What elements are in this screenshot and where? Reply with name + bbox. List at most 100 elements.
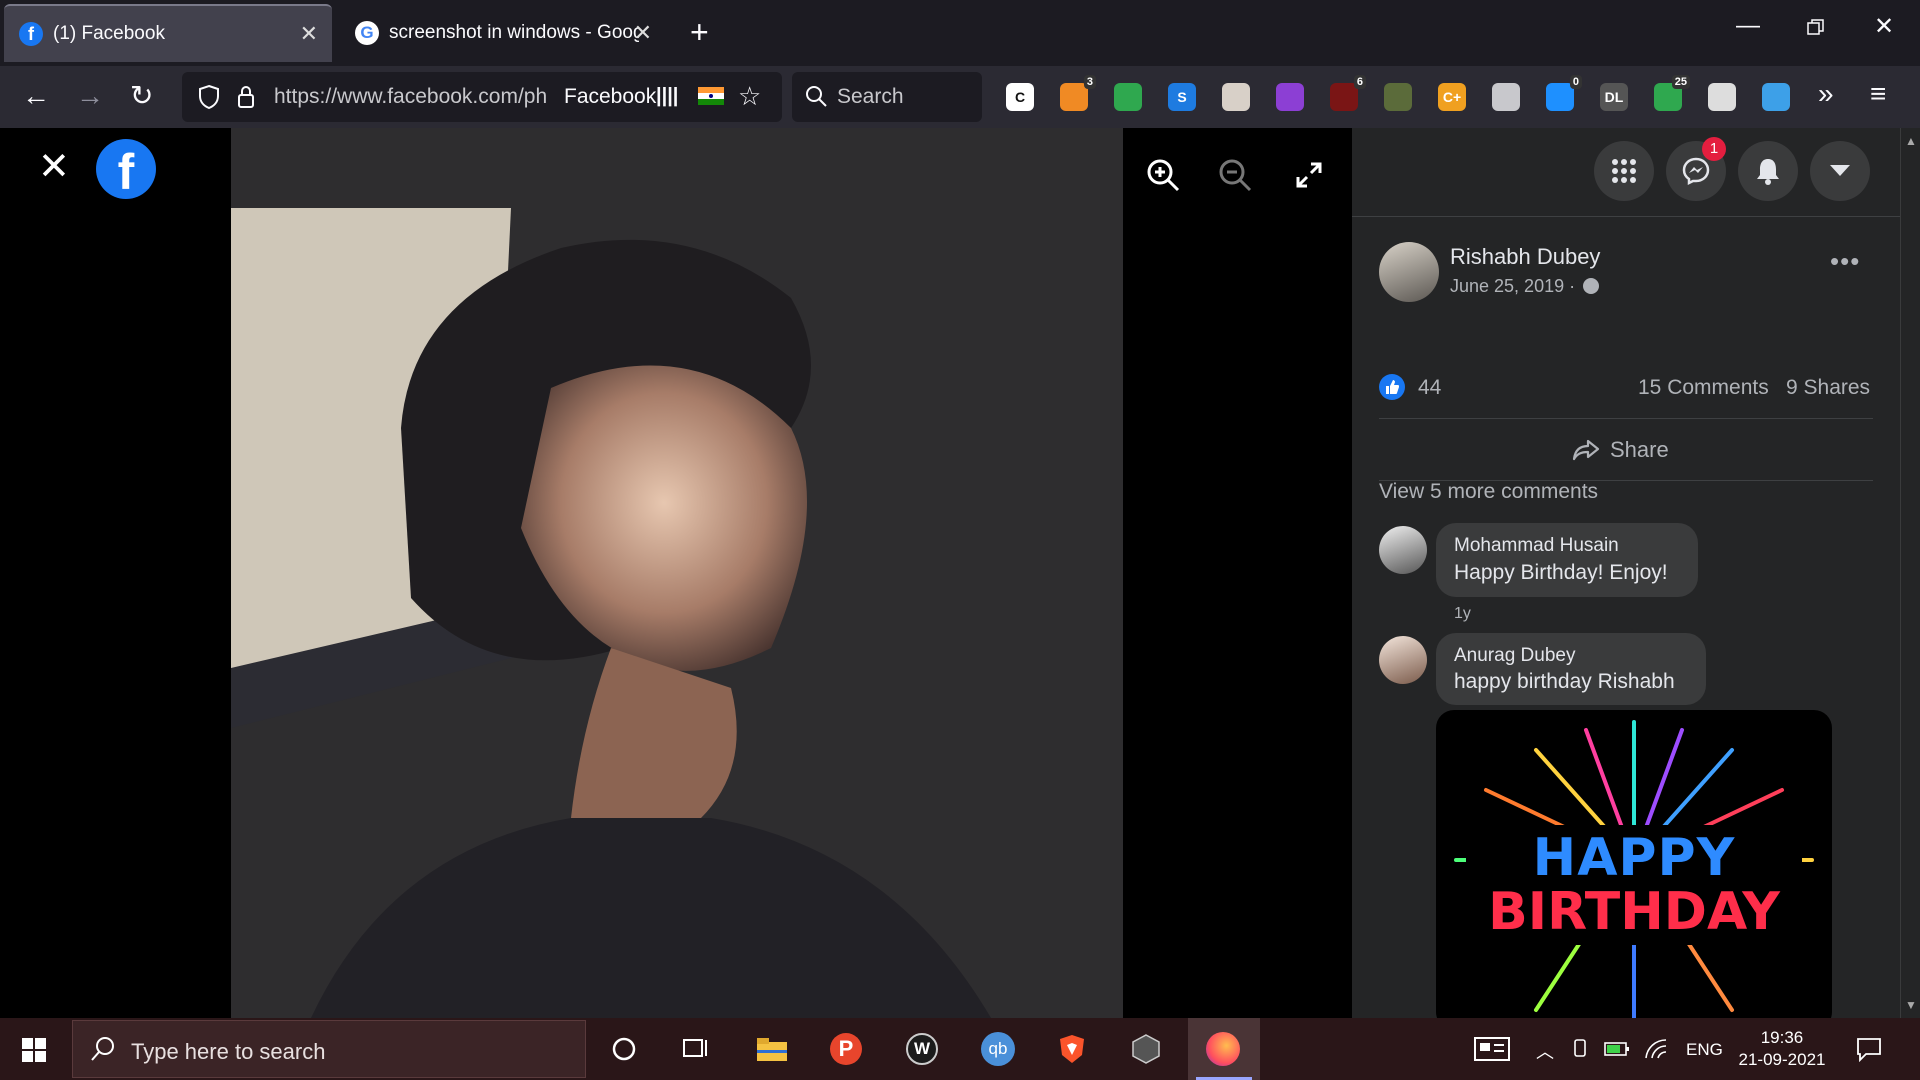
comment-author[interactable]: Anurag Dubey [1454,645,1575,667]
comment-author[interactable]: Mohammad Husain [1454,535,1619,557]
taskbar-search-box[interactable]: Type here to search [72,1020,586,1078]
scroll-down-icon[interactable]: ▼ [1905,998,1917,1012]
unity-app-icon[interactable] [1126,1030,1166,1068]
c-icon[interactable]: C [1006,83,1034,111]
share-label: Share [1610,437,1669,462]
likes-count[interactable]: 44 [1418,376,1441,400]
comment-time[interactable]: 1y [1454,605,1471,623]
author-avatar[interactable] [1379,242,1439,302]
windows-start-icon[interactable] [22,1038,46,1067]
shield-ext-icon[interactable]: 25 [1654,75,1690,111]
ublock-icon[interactable]: 6 [1330,75,1366,111]
zoom-in-icon[interactable] [1146,158,1180,197]
columns-icon[interactable]: |||| [656,85,678,108]
forward-button[interactable]: → [76,80,104,112]
author-name[interactable]: Rishabh Dubey [1450,244,1600,270]
overflow-chevron-icon[interactable]: » [1818,78,1834,110]
url-text[interactable]: https://www.facebook.com/ph [274,85,554,109]
hand-icon[interactable] [1222,83,1250,111]
tray-chevron-up-icon[interactable]: ︿ [1536,1038,1554,1064]
hamburger-menu-icon[interactable]: ≡ [1870,78,1886,110]
search-box[interactable]: Search [792,72,982,122]
notifications-button[interactable] [1738,141,1798,201]
c-letter: C [1014,89,1026,105]
hex-icon[interactable] [1276,83,1304,111]
like-reaction-icon [1379,374,1405,400]
close-window-icon[interactable]: ✕ [1874,12,1894,41]
w-app-icon[interactable]: W [902,1030,942,1068]
shares-count[interactable]: 9 Shares [1786,376,1870,400]
comment-text: Happy Birthday! Enjoy! [1454,561,1668,584]
more-options-icon[interactable]: ••• [1830,246,1860,277]
firefox-taskbar-button[interactable] [1188,1018,1260,1080]
dl-icon[interactable]: DL [1600,83,1628,111]
commenter-avatar[interactable] [1379,636,1427,684]
menu-grid-button[interactable] [1594,141,1654,201]
close-viewer-button[interactable]: ✕ [38,148,70,186]
minimize-icon[interactable]: — [1736,12,1760,40]
address-bar[interactable]: https://www.facebook.com/ph Facebook |||… [182,72,782,122]
panel-scrollbar[interactable]: ▲ ▼ [1900,128,1920,1018]
messenger-icon [1682,157,1710,186]
refresh-ext-icon[interactable] [1114,83,1142,111]
new-tab-button[interactable]: + [690,14,709,51]
battery-icon[interactable] [1604,1040,1630,1063]
caret-down-icon [1830,165,1850,176]
bell-ext-icon[interactable]: 0 [1546,75,1582,111]
s-icon[interactable]: S [1168,83,1196,111]
clock[interactable]: 19:36 21-09-2021 [1737,1027,1827,1071]
action-center-icon[interactable] [1856,1036,1882,1067]
task-view-icon[interactable] [674,1030,714,1068]
comments-count[interactable]: 15 Comments [1638,376,1769,400]
extension-badge: 0 [1569,75,1582,89]
check-icon[interactable] [1384,83,1412,111]
back-button[interactable]: ← [22,80,50,112]
device-icon[interactable] [1570,1038,1590,1065]
tab-facebook[interactable]: f (1) Facebook ✕ [4,4,332,62]
photo-viewer: ✕ f [0,128,1352,1018]
birthday-gif[interactable]: HAPPY BIRTHDAY [1436,710,1832,1018]
language-indicator[interactable]: ENG [1686,1040,1723,1060]
extension-badge: 6 [1353,75,1366,89]
reload-button[interactable]: ↻ [130,80,153,112]
fullscreen-icon[interactable] [1296,162,1322,193]
facebook-logo-icon[interactable]: f [96,139,156,200]
clock-time: 19:36 [1760,1028,1804,1047]
close-tab-icon[interactable]: ✕ [634,20,652,46]
post-date[interactable]: June 25, 2019 · [1450,276,1600,297]
commenter-avatar[interactable] [1379,526,1427,574]
tab-title: (1) Facebook [53,23,165,44]
s-letter: S [1177,89,1187,105]
tracking-shield-icon[interactable] [198,84,220,115]
bookmark-star-icon[interactable]: ☆ [738,81,761,112]
share-button[interactable]: Share [1572,428,1669,472]
messenger-button[interactable]: 1 [1666,137,1726,201]
facebook-favicon-icon: f [19,22,43,46]
pdf-app-icon[interactable]: P [826,1030,866,1068]
close-tab-icon[interactable]: ✕ [300,21,318,47]
file-explorer-icon[interactable] [752,1030,792,1068]
tab-title: screenshot in windows - Google [389,22,639,43]
post-photo[interactable] [231,128,1123,1018]
face-icon[interactable] [1708,83,1736,111]
taskbar-search-placeholder: Type here to search [131,1039,326,1064]
scroll-up-icon[interactable]: ▲ [1905,134,1917,148]
windows-taskbar: Type here to search P W qb ︿ ENG 19:36 2… [0,1018,1920,1080]
tab-google[interactable]: G screenshot in windows - Google ✕ [340,4,666,62]
restore-icon[interactable] [1806,16,1826,44]
coupon-icon[interactable]: C+ [1438,83,1466,111]
wifi-icon[interactable] [1644,1038,1668,1065]
window-ext-icon[interactable] [1762,83,1790,111]
brave-browser-icon[interactable] [1052,1030,1092,1068]
cortana-icon[interactable] [604,1030,644,1068]
qbittorrent-icon[interactable]: qb [978,1030,1018,1068]
post-details-panel: 1 Rishabh Dubey June 25, 2019 · ••• 44 1… [1352,128,1900,1018]
account-menu-button[interactable] [1810,141,1870,201]
india-flag-icon[interactable] [698,87,724,105]
zoom-out-icon[interactable] [1218,158,1252,197]
view-more-comments-link[interactable]: View 5 more comments [1379,480,1598,504]
news-widget-icon[interactable] [1472,1030,1512,1068]
lock-icon[interactable] [236,84,256,115]
bars-icon[interactable] [1492,83,1520,111]
cup-icon[interactable]: 3 [1060,75,1096,111]
